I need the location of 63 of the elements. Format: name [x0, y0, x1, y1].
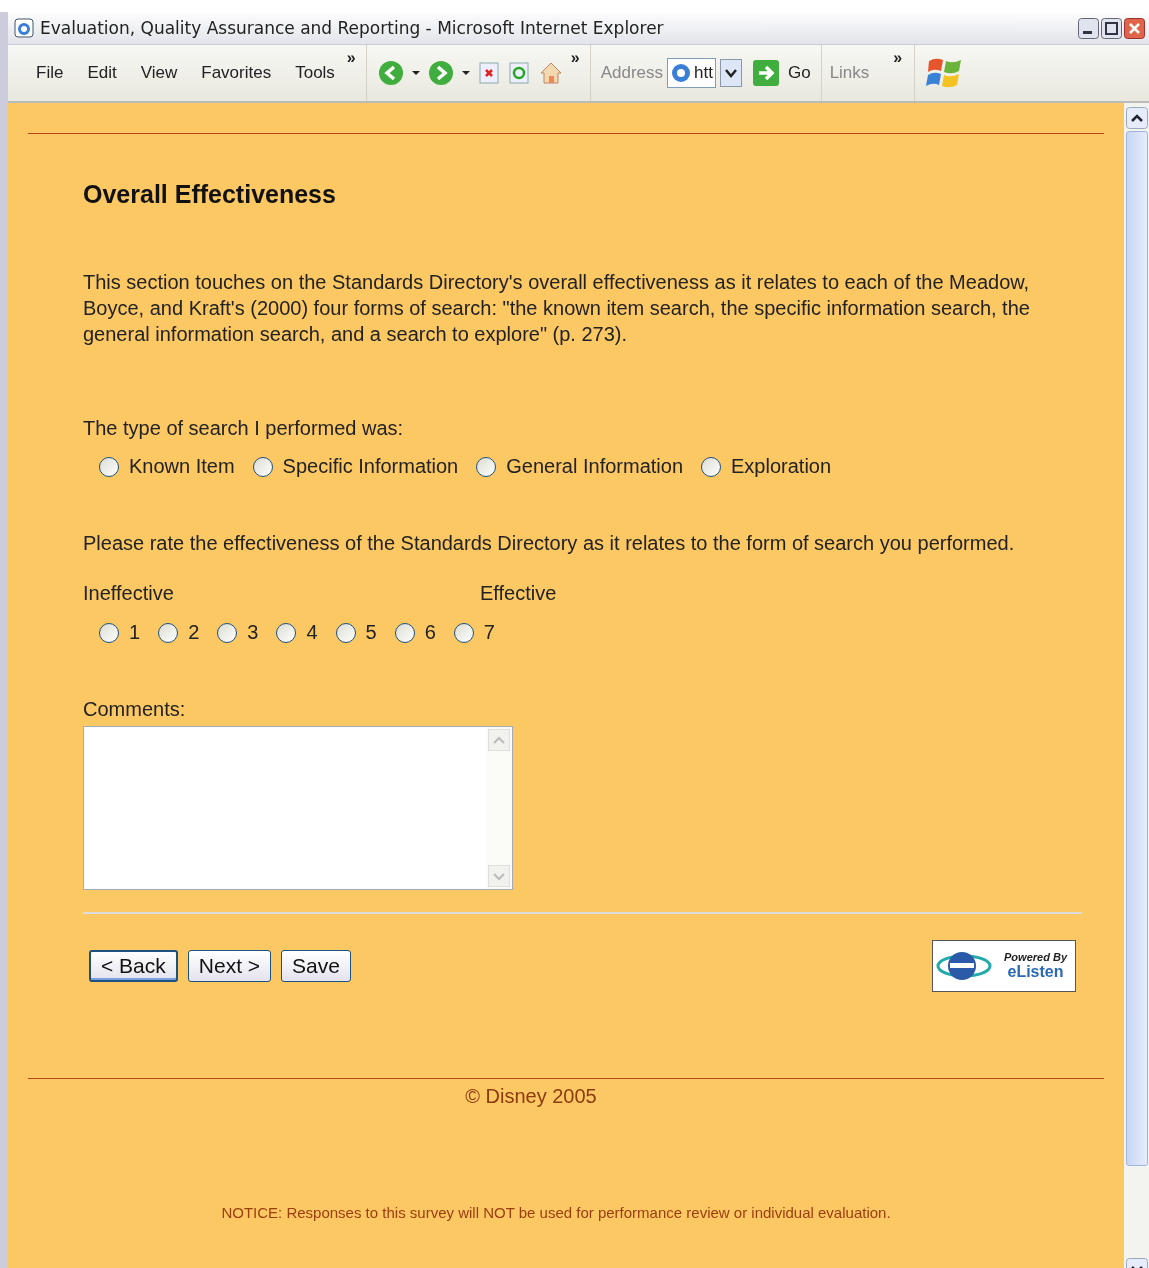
go-button[interactable]: Go: [751, 59, 811, 87]
address-field[interactable]: htt: [667, 58, 716, 88]
copyright-text: © Disney 2005: [464, 1085, 598, 1108]
option-label: Exploration: [731, 455, 832, 478]
close-button[interactable]: [1124, 17, 1145, 39]
powered-by-badge[interactable]: Powered By eListen: [932, 940, 1076, 992]
option-label: 1: [129, 621, 141, 644]
scale-label: Ineffective: [83, 582, 175, 605]
radio-button[interactable]: [453, 622, 474, 643]
badge-text: eListen: [1007, 963, 1064, 981]
section-heading: Overall Effectiveness: [83, 180, 337, 209]
menu-item[interactable]: Tools: [283, 63, 347, 83]
option-label: 2: [188, 621, 200, 644]
radio-button[interactable]: [99, 622, 119, 643]
radio-button[interactable]: [276, 622, 297, 643]
menu-item[interactable]: Edit: [75, 63, 129, 83]
browser-icon: [14, 18, 34, 38]
page-icon: [670, 62, 693, 84]
question-text: The type of search I performed was:: [83, 416, 405, 441]
radio-button[interactable]: [476, 456, 497, 477]
radio-button[interactable]: [252, 456, 273, 477]
option-label: Specific Information: [282, 455, 459, 478]
chevron-button[interactable]: »: [570, 49, 580, 67]
radio-button[interactable]: [335, 622, 356, 643]
option-label: 5: [365, 621, 377, 644]
scrollbar[interactable]: [1124, 103, 1149, 1268]
menu-item[interactable]: File: [24, 63, 76, 83]
radio-button[interactable]: [158, 622, 179, 643]
option-label: 7: [483, 621, 495, 644]
back-button[interactable]: [376, 59, 405, 87]
option-label: Known Item: [129, 455, 235, 478]
option-label: 6: [424, 621, 436, 644]
radio-button[interactable]: [701, 456, 721, 477]
stop-button[interactable]: [476, 59, 501, 87]
window-title: Evaluation, Quality Assurance and Reporting - Microsoft Internet Explorer: [40, 18, 665, 38]
menu-item[interactable]: View: [128, 63, 190, 83]
radio-button[interactable]: [394, 622, 415, 643]
comments-label: Comments:: [83, 697, 187, 722]
chevron-button[interactable]: »: [893, 49, 903, 67]
nav-button[interactable]: Save: [281, 950, 351, 982]
scroll-thumb[interactable]: [1125, 131, 1148, 1166]
chevron-button[interactable]: »: [346, 49, 356, 67]
notice-text: NOTICE: Responses to this survey will NOT be used for performance review or individual evaluation.: [220, 1204, 892, 1221]
scroll-up-button[interactable]: [1125, 107, 1148, 129]
minimize-button[interactable]: [1078, 17, 1099, 39]
nav-button[interactable]: < Back: [89, 950, 178, 982]
nav-button[interactable]: Next >: [187, 950, 272, 982]
intro-paragraph: This section touches on the Standards Directory's overall effectiveness as it relates to each of the Meadow, Boyce, and Kraft's (2000) four forms of search: "the known item search, the specific information search, the general information search, and a search to explore" (p. 273).: [83, 270, 1031, 347]
address-label: Address: [600, 63, 664, 83]
badge-text: Powered By: [1004, 951, 1067, 963]
menu-item[interactable]: Favorites: [189, 63, 284, 83]
maximize-button[interactable]: [1101, 17, 1122, 39]
forward-button[interactable]: [426, 59, 455, 87]
question-text: Please rate the effectiveness of the Standards Directory as it relates to the form of search you performed.: [83, 531, 1016, 556]
option-label: General Information: [506, 455, 683, 478]
comments-field[interactable]: [83, 726, 513, 890]
radio-button[interactable]: [217, 622, 238, 643]
option-label: 3: [247, 621, 259, 644]
scale-label: Effective: [480, 582, 557, 605]
dropdown-button[interactable]: [719, 59, 742, 87]
refresh-button[interactable]: [506, 59, 531, 87]
option-label: 4: [306, 621, 318, 644]
radio-button[interactable]: [99, 456, 119, 477]
